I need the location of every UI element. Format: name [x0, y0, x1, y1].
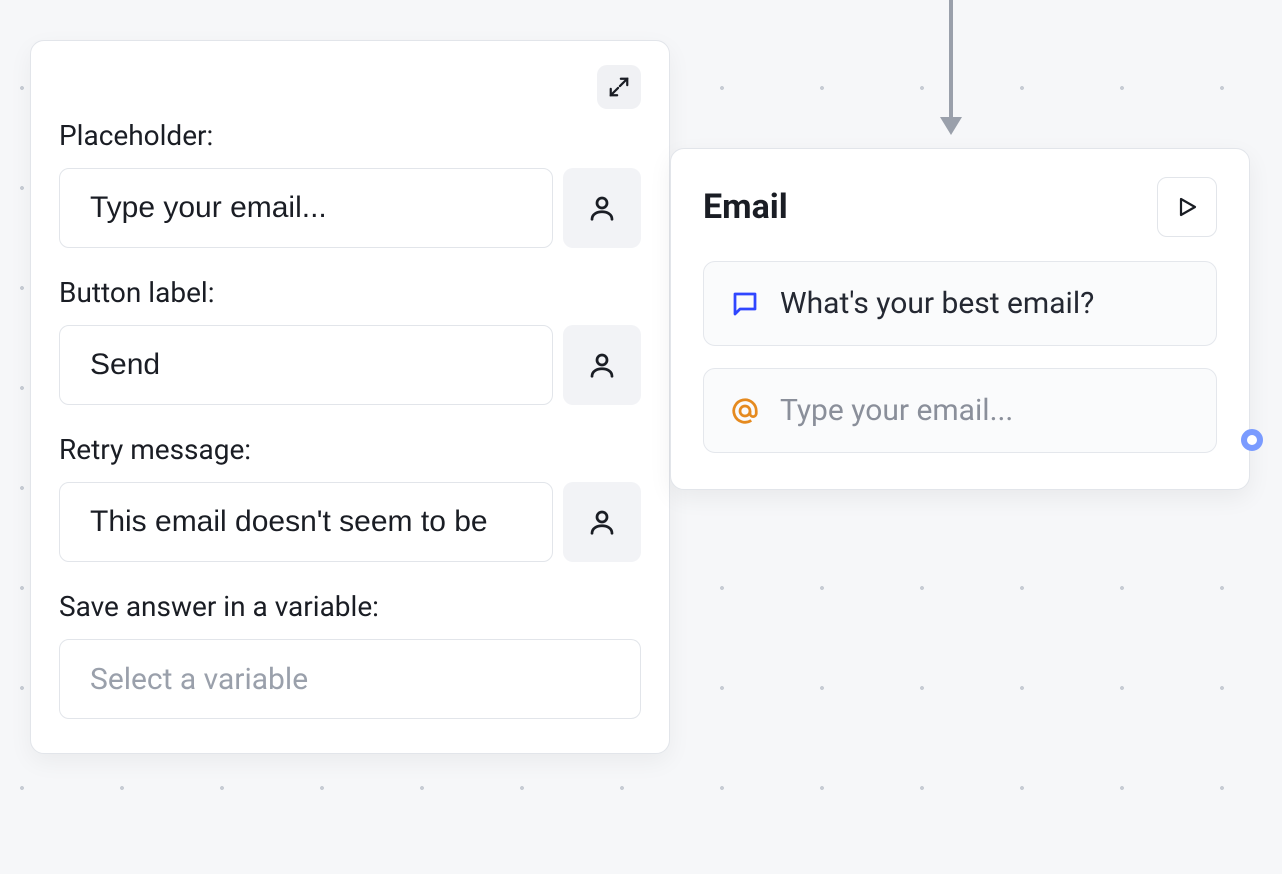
- person-icon: [587, 507, 617, 537]
- retry-input[interactable]: [59, 482, 553, 562]
- retry-input-row: [59, 482, 641, 562]
- email-node[interactable]: Email What's your best email? Type your …: [670, 148, 1250, 490]
- variable-label: Save answer in a variable:: [59, 590, 641, 623]
- prompt-message[interactable]: What's your best email?: [703, 261, 1217, 346]
- button-label-variable-button[interactable]: [563, 325, 641, 405]
- button-label-field-group: Button label:: [59, 276, 641, 405]
- flow-arrow-line: [949, 0, 953, 123]
- placeholder-input-row: [59, 168, 641, 248]
- button-label-input[interactable]: [59, 325, 553, 405]
- play-icon: [1175, 195, 1199, 219]
- node-title: Email: [703, 187, 788, 227]
- person-icon: [587, 350, 617, 380]
- placeholder-label: Placeholder:: [59, 119, 641, 152]
- placeholder-variable-button[interactable]: [563, 168, 641, 248]
- variable-select-placeholder: Select a variable: [90, 662, 308, 697]
- prompt-text: What's your best email?: [780, 286, 1094, 321]
- retry-label: Retry message:: [59, 433, 641, 466]
- placeholder-input[interactable]: [59, 168, 553, 248]
- person-icon: [587, 193, 617, 223]
- expand-icon: [608, 76, 630, 98]
- preview-button[interactable]: [1157, 177, 1217, 237]
- expand-button[interactable]: [597, 65, 641, 109]
- placeholder-field-group: Placeholder:: [59, 119, 641, 248]
- node-header: Email: [703, 177, 1217, 237]
- panel-header: [59, 65, 641, 109]
- flow-arrow-head: [940, 117, 962, 135]
- variable-select[interactable]: Select a variable: [59, 639, 641, 719]
- email-config-panel: Placeholder: Button label: Retry message…: [30, 40, 670, 754]
- button-label-label: Button label:: [59, 276, 641, 309]
- variable-field-group: Save answer in a variable: Select a vari…: [59, 590, 641, 719]
- chat-icon: [730, 289, 760, 319]
- node-output-port[interactable]: [1241, 429, 1263, 451]
- email-input-preview[interactable]: Type your email...: [703, 368, 1217, 453]
- retry-field-group: Retry message:: [59, 433, 641, 562]
- button-label-input-row: [59, 325, 641, 405]
- at-icon: [730, 396, 760, 426]
- retry-variable-button[interactable]: [563, 482, 641, 562]
- email-input-placeholder: Type your email...: [780, 393, 1013, 428]
